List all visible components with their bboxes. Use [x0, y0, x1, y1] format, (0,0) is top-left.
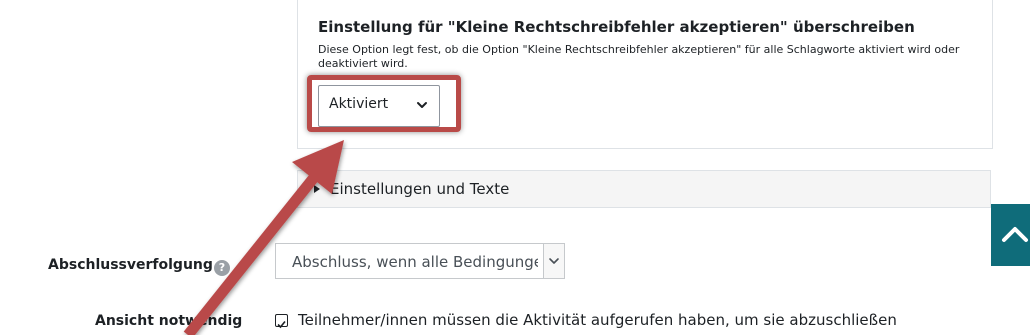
annotation-arrow [183, 140, 344, 335]
